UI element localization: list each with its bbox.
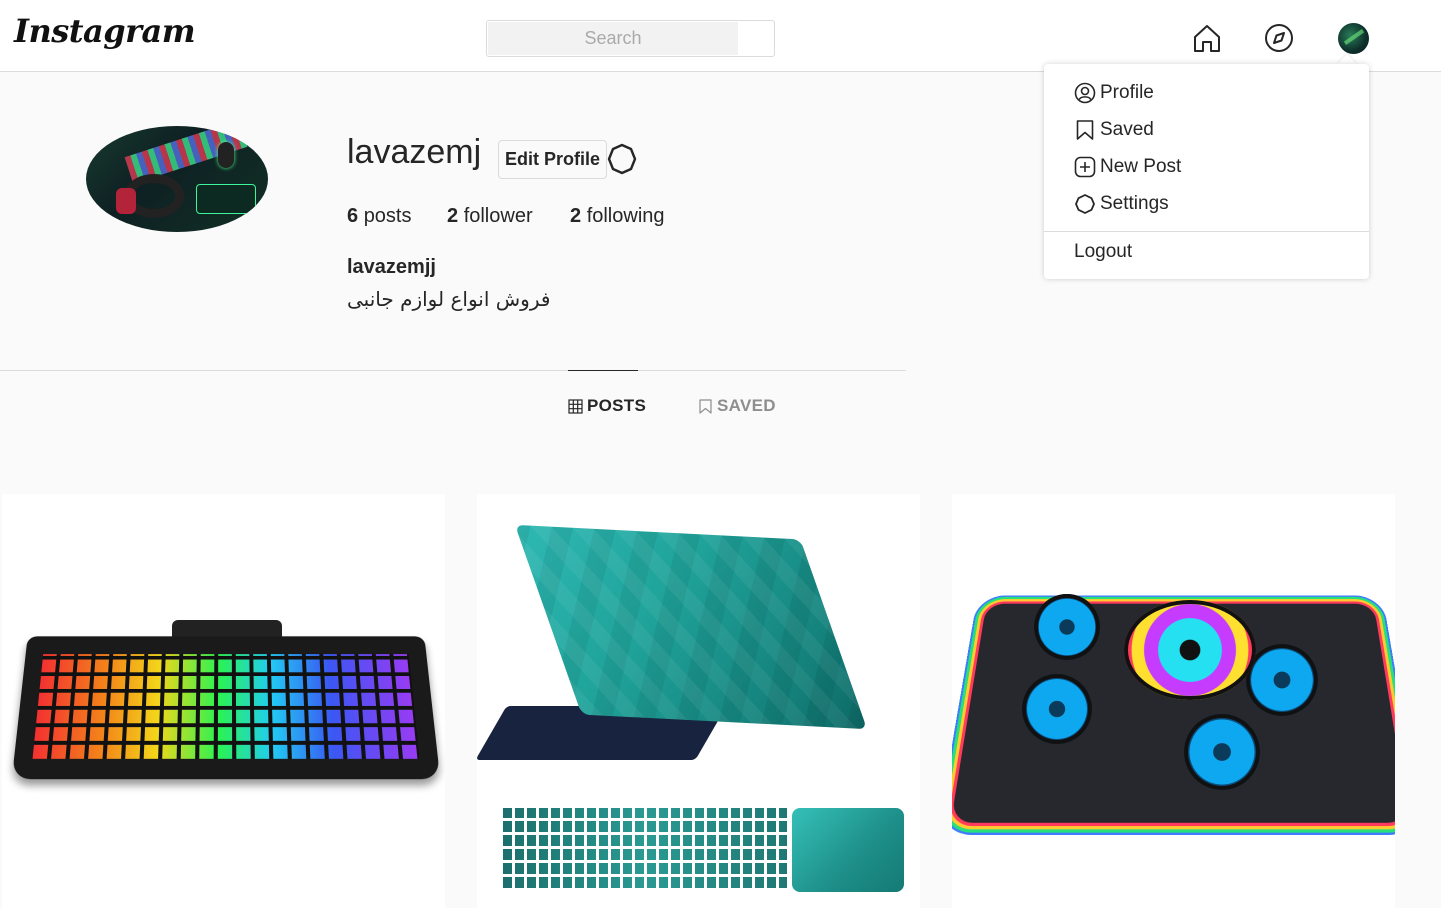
- profile-picture-detail: [218, 142, 234, 168]
- user-circle-icon: [1074, 82, 1096, 104]
- menu-item-new-post[interactable]: New Post: [1074, 153, 1181, 181]
- active-tab-indicator: [568, 370, 638, 371]
- top-nav-bar: Instagram: [0, 0, 1441, 72]
- bookmark-icon: [699, 398, 712, 414]
- menu-item-settings[interactable]: Settings: [1074, 190, 1169, 218]
- keyboard-image-detail: [32, 654, 420, 759]
- keyboard-image-detail: [172, 620, 282, 638]
- home-icon[interactable]: [1191, 22, 1223, 54]
- posts-label: posts: [363, 205, 412, 227]
- keyboard-image: [11, 636, 441, 780]
- profile-full-name: lavazemjj: [347, 256, 436, 278]
- posts-count-stat: 6 posts: [347, 205, 412, 228]
- cooler-fan: [1184, 714, 1260, 790]
- bookmark-icon: [1076, 120, 1094, 140]
- cooler-fan: [1022, 674, 1092, 744]
- following-label: following: [586, 205, 665, 227]
- gear-icon: [1075, 194, 1095, 214]
- tab-posts-label: POSTS: [587, 396, 647, 415]
- touchpad-skin-image: [792, 808, 904, 892]
- edit-profile-button[interactable]: Edit Profile: [498, 140, 607, 179]
- menu-item-label: Logout: [1074, 241, 1133, 262]
- cooler-fan: [1246, 644, 1318, 716]
- profile-picture-detail: [196, 184, 256, 214]
- post-thumbnail-laptop-skin[interactable]: [477, 494, 920, 908]
- posts-count: 6: [347, 205, 359, 227]
- cooler-fan: [1034, 594, 1100, 660]
- menu-item-label: Saved: [1100, 119, 1154, 140]
- followers-stat[interactable]: 2 follower: [447, 205, 533, 228]
- menu-item-logout[interactable]: Logout: [1074, 238, 1132, 266]
- tab-posts[interactable]: POSTS: [568, 396, 646, 416]
- tabs-divider: [0, 370, 906, 371]
- menu-item-saved[interactable]: Saved: [1074, 116, 1154, 144]
- explore-compass-icon[interactable]: [1263, 22, 1295, 54]
- profile-avatar-button[interactable]: [1338, 23, 1369, 54]
- profile-bio: فروش انواع لوازم جانبی: [347, 287, 551, 311]
- keyboard-skin-image: [503, 808, 787, 888]
- profile-dropdown-menu: Profile Saved New Post Settings Logout: [1044, 64, 1369, 279]
- profile-picture[interactable]: [86, 126, 268, 232]
- following-stat[interactable]: 2 following: [570, 205, 665, 228]
- laptop-image: [514, 524, 868, 730]
- profile-username: lavazemj: [347, 133, 482, 171]
- menu-item-label: Profile: [1100, 82, 1154, 103]
- tab-saved-label: SAVED: [717, 396, 776, 415]
- instagram-logo[interactable]: Instagram: [14, 12, 196, 50]
- menu-item-label: Settings: [1100, 193, 1169, 214]
- menu-divider: [1044, 231, 1369, 232]
- followers-count: 2: [447, 205, 459, 227]
- tab-saved[interactable]: SAVED: [698, 396, 776, 416]
- plus-square-icon: [1074, 156, 1096, 178]
- profile-picture-detail: [116, 188, 136, 214]
- post-thumbnail-laptop-cooler[interactable]: [952, 494, 1395, 908]
- following-count: 2: [570, 205, 582, 227]
- grid-icon: [568, 398, 583, 414]
- followers-label: follower: [463, 205, 533, 227]
- menu-item-label: New Post: [1100, 156, 1182, 177]
- search-box: [486, 20, 775, 57]
- settings-gear-icon[interactable]: [607, 143, 637, 175]
- post-thumbnail-keyboard[interactable]: [2, 494, 445, 908]
- cooler-main-fan: [1124, 600, 1256, 700]
- search-input[interactable]: [488, 22, 738, 55]
- menu-item-profile[interactable]: Profile: [1074, 79, 1154, 107]
